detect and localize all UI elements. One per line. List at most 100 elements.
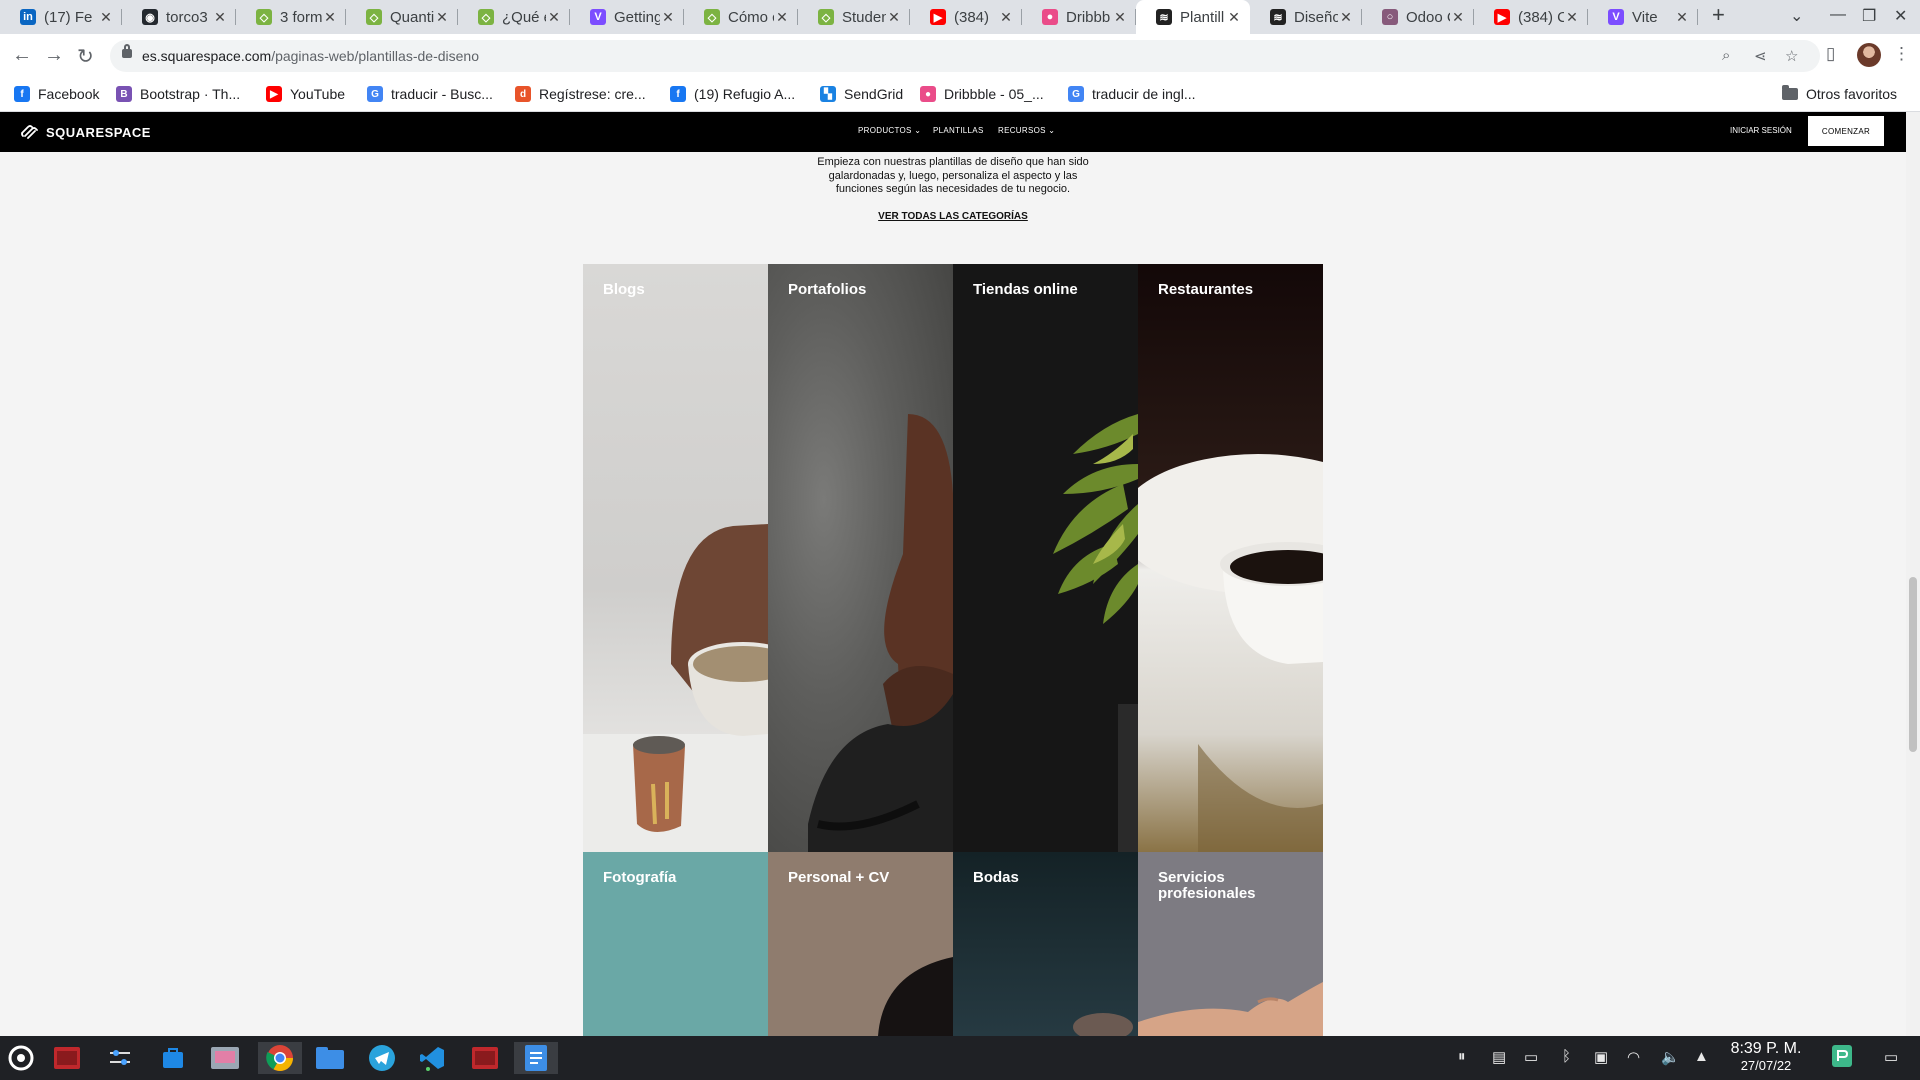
tab-close-icon[interactable]: ✕ xyxy=(434,9,450,26)
see-all-categories-link[interactable]: VER TODAS LAS CATEGORÍAS xyxy=(0,211,1906,222)
software-store-icon[interactable] xyxy=(156,1042,190,1074)
browser-tab[interactable]: ◇ Cómo c✕ xyxy=(684,0,798,34)
bookmark-item[interactable]: f Facebook xyxy=(14,86,99,102)
notes-app-icon[interactable] xyxy=(1832,1045,1852,1071)
chrome-icon[interactable] xyxy=(258,1042,302,1074)
tab-close-icon[interactable]: ✕ xyxy=(660,9,676,26)
browser-tab[interactable]: ▶ (384) ✕ xyxy=(910,0,1022,34)
reload-icon[interactable]: ↻ xyxy=(77,44,94,69)
side-panel-icon[interactable]: ▯ xyxy=(1826,44,1835,64)
restore-icon[interactable]: ❐ xyxy=(1862,6,1876,26)
browser-tab[interactable]: ≋ Plantill ✕ xyxy=(1136,0,1250,34)
app-red-icon[interactable] xyxy=(468,1042,502,1074)
close-window-icon[interactable]: ✕ xyxy=(1894,6,1907,26)
tab-close-icon[interactable]: ✕ xyxy=(1564,9,1580,26)
pause-icon[interactable]: ⏸ xyxy=(1458,1048,1466,1065)
app-launcher-icon[interactable] xyxy=(4,1042,38,1074)
other-bookmarks-folder[interactable]: Otros favoritos xyxy=(1782,85,1897,102)
tray-expand-icon[interactable]: ▲ xyxy=(1694,1048,1709,1065)
bluetooth-icon[interactable]: ᛒ xyxy=(1562,1048,1571,1065)
bookmark-item[interactable]: d Regístrese: cre... xyxy=(515,86,646,102)
browser-tab[interactable]: ◇ ¿Qué e✕ xyxy=(458,0,570,34)
vscode-icon[interactable] xyxy=(415,1042,449,1074)
browser-tab[interactable]: ● Dribbb ✕ xyxy=(1022,0,1136,34)
show-desktop-icon[interactable]: ▭ xyxy=(1884,1048,1898,1066)
category-label: Fotografía xyxy=(603,869,677,886)
nav-plantillas[interactable]: PLANTILLAS xyxy=(933,126,984,135)
settings-sliders-icon[interactable] xyxy=(103,1042,137,1074)
tab-close-icon[interactable]: ✕ xyxy=(886,9,902,26)
bookmark-item[interactable]: Gtraducir de ingl... xyxy=(1068,86,1196,102)
tab-close-icon[interactable]: ✕ xyxy=(1112,9,1128,26)
category-card-restaurantes[interactable]: Restaurantes xyxy=(1138,264,1323,852)
category-card-servicios-profesionales[interactable]: Servicios profesionales xyxy=(1138,852,1323,1036)
tab-close-icon[interactable]: ✕ xyxy=(98,9,114,26)
tab-close-icon[interactable]: ✕ xyxy=(1450,9,1466,26)
browser-tab[interactable]: ≋ Diseño ✕ xyxy=(1250,0,1362,34)
bookmark-item[interactable]: Gtraducir - Busc... xyxy=(367,86,493,102)
battery-icon[interactable]: ▭ xyxy=(1524,1048,1538,1066)
nav-productos[interactable]: PRODUCTOS ⌄ xyxy=(858,126,921,135)
minimize-icon[interactable]: — xyxy=(1830,6,1846,24)
tab-close-icon[interactable]: ✕ xyxy=(1338,9,1354,26)
category-card-tiendas-online[interactable]: Tiendas online xyxy=(953,264,1138,852)
zoom-icon[interactable]: ⌕ xyxy=(1722,47,1730,64)
clipboard-icon[interactable]: ▤ xyxy=(1492,1048,1506,1066)
browser-tab[interactable]: ◇ Quanti ✕ xyxy=(346,0,458,34)
scrollbar-thumb[interactable] xyxy=(1909,577,1917,752)
browser-tab[interactable]: V Vite ✕ xyxy=(1588,0,1698,34)
new-tab-button[interactable]: + xyxy=(1712,2,1725,28)
url-text[interactable]: es.squarespace.com/paginas-web/plantilla… xyxy=(142,48,479,64)
tab-close-icon[interactable]: ✕ xyxy=(998,9,1014,26)
browser-tab[interactable]: in (17) Fe ✕ xyxy=(0,0,122,34)
tab-close-icon[interactable]: ✕ xyxy=(774,9,790,26)
category-card-fotografia[interactable]: Fotografía xyxy=(583,852,768,1036)
tab-close-icon[interactable]: ✕ xyxy=(1674,9,1690,26)
bookmark-item[interactable]: f (19) Refugio A... xyxy=(670,86,795,102)
image-viewer-icon[interactable] xyxy=(208,1042,242,1074)
squarespace-logo[interactable]: SQUARESPACE xyxy=(20,124,151,140)
browser-tab[interactable]: ◇ 3 form ✕ xyxy=(236,0,346,34)
clock[interactable]: 8:39 P. M. 27/07/22 xyxy=(1722,1040,1810,1074)
bookmark-item[interactable]: ● Dribbble - 05_... xyxy=(920,86,1044,102)
tab-search-icon[interactable]: ⌄ xyxy=(1790,6,1803,26)
bookmark-favicon-icon: f xyxy=(14,86,30,102)
keyboard-layout-icon[interactable]: ▣ xyxy=(1594,1048,1608,1066)
nav-recursos[interactable]: RECURSOS ⌄ xyxy=(998,126,1055,135)
category-card-bodas[interactable]: Bodas xyxy=(953,852,1138,1036)
bookmark-item[interactable]: B Bootstrap · Th... xyxy=(116,86,240,102)
telegram-icon[interactable] xyxy=(365,1042,399,1074)
get-started-button[interactable]: COMENZAR xyxy=(1808,116,1884,146)
browser-tab[interactable]: ▶ (384) C ✕ xyxy=(1474,0,1588,34)
login-link[interactable]: INICIAR SESIÓN xyxy=(1730,126,1792,135)
category-card-blogs[interactable]: Blogs xyxy=(583,264,768,852)
tab-close-icon[interactable]: ✕ xyxy=(1226,9,1242,26)
tab-title: (384) C xyxy=(1518,8,1564,26)
browser-tab[interactable]: V Getting ✕ xyxy=(570,0,684,34)
category-card-portafolios[interactable]: Portafolios xyxy=(768,264,953,852)
address-bar[interactable]: es.squarespace.com/paginas-web/plantilla… xyxy=(110,40,1820,72)
category-card-personal-cv[interactable]: Personal + CV xyxy=(768,852,953,1036)
tab-close-icon[interactable]: ✕ xyxy=(546,9,562,26)
tab-favicon-icon: ◇ xyxy=(704,9,720,25)
app-red-terminal-icon[interactable] xyxy=(50,1042,84,1074)
wifi-icon[interactable]: ◠ xyxy=(1627,1048,1640,1066)
bookmark-star-icon[interactable]: ☆ xyxy=(1785,47,1798,65)
forward-icon[interactable]: → xyxy=(44,44,64,67)
menu-icon[interactable]: ⋮ xyxy=(1893,44,1910,64)
browser-tab[interactable]: ◉ torco3 ✕ xyxy=(122,0,236,34)
back-icon[interactable]: ← xyxy=(12,44,32,67)
bookmark-item[interactable]: ▚ SendGrid xyxy=(820,86,903,102)
bookmark-item[interactable]: ▶ YouTube xyxy=(266,86,345,102)
lock-icon[interactable] xyxy=(122,44,132,58)
profile-avatar[interactable] xyxy=(1857,43,1881,67)
tab-close-icon[interactable]: ✕ xyxy=(322,9,338,26)
text-editor-icon[interactable] xyxy=(514,1042,558,1074)
page-scrollbar[interactable] xyxy=(1906,112,1920,1036)
volume-icon[interactable]: 🔈 xyxy=(1661,1048,1680,1066)
file-manager-icon[interactable] xyxy=(313,1042,347,1074)
share-icon[interactable]: ⋖ xyxy=(1754,47,1767,65)
browser-tab[interactable]: ◇ Studen ✕ xyxy=(798,0,910,34)
tab-close-icon[interactable]: ✕ xyxy=(212,9,228,26)
browser-tab[interactable]: ○ Odoo C✕ xyxy=(1362,0,1474,34)
